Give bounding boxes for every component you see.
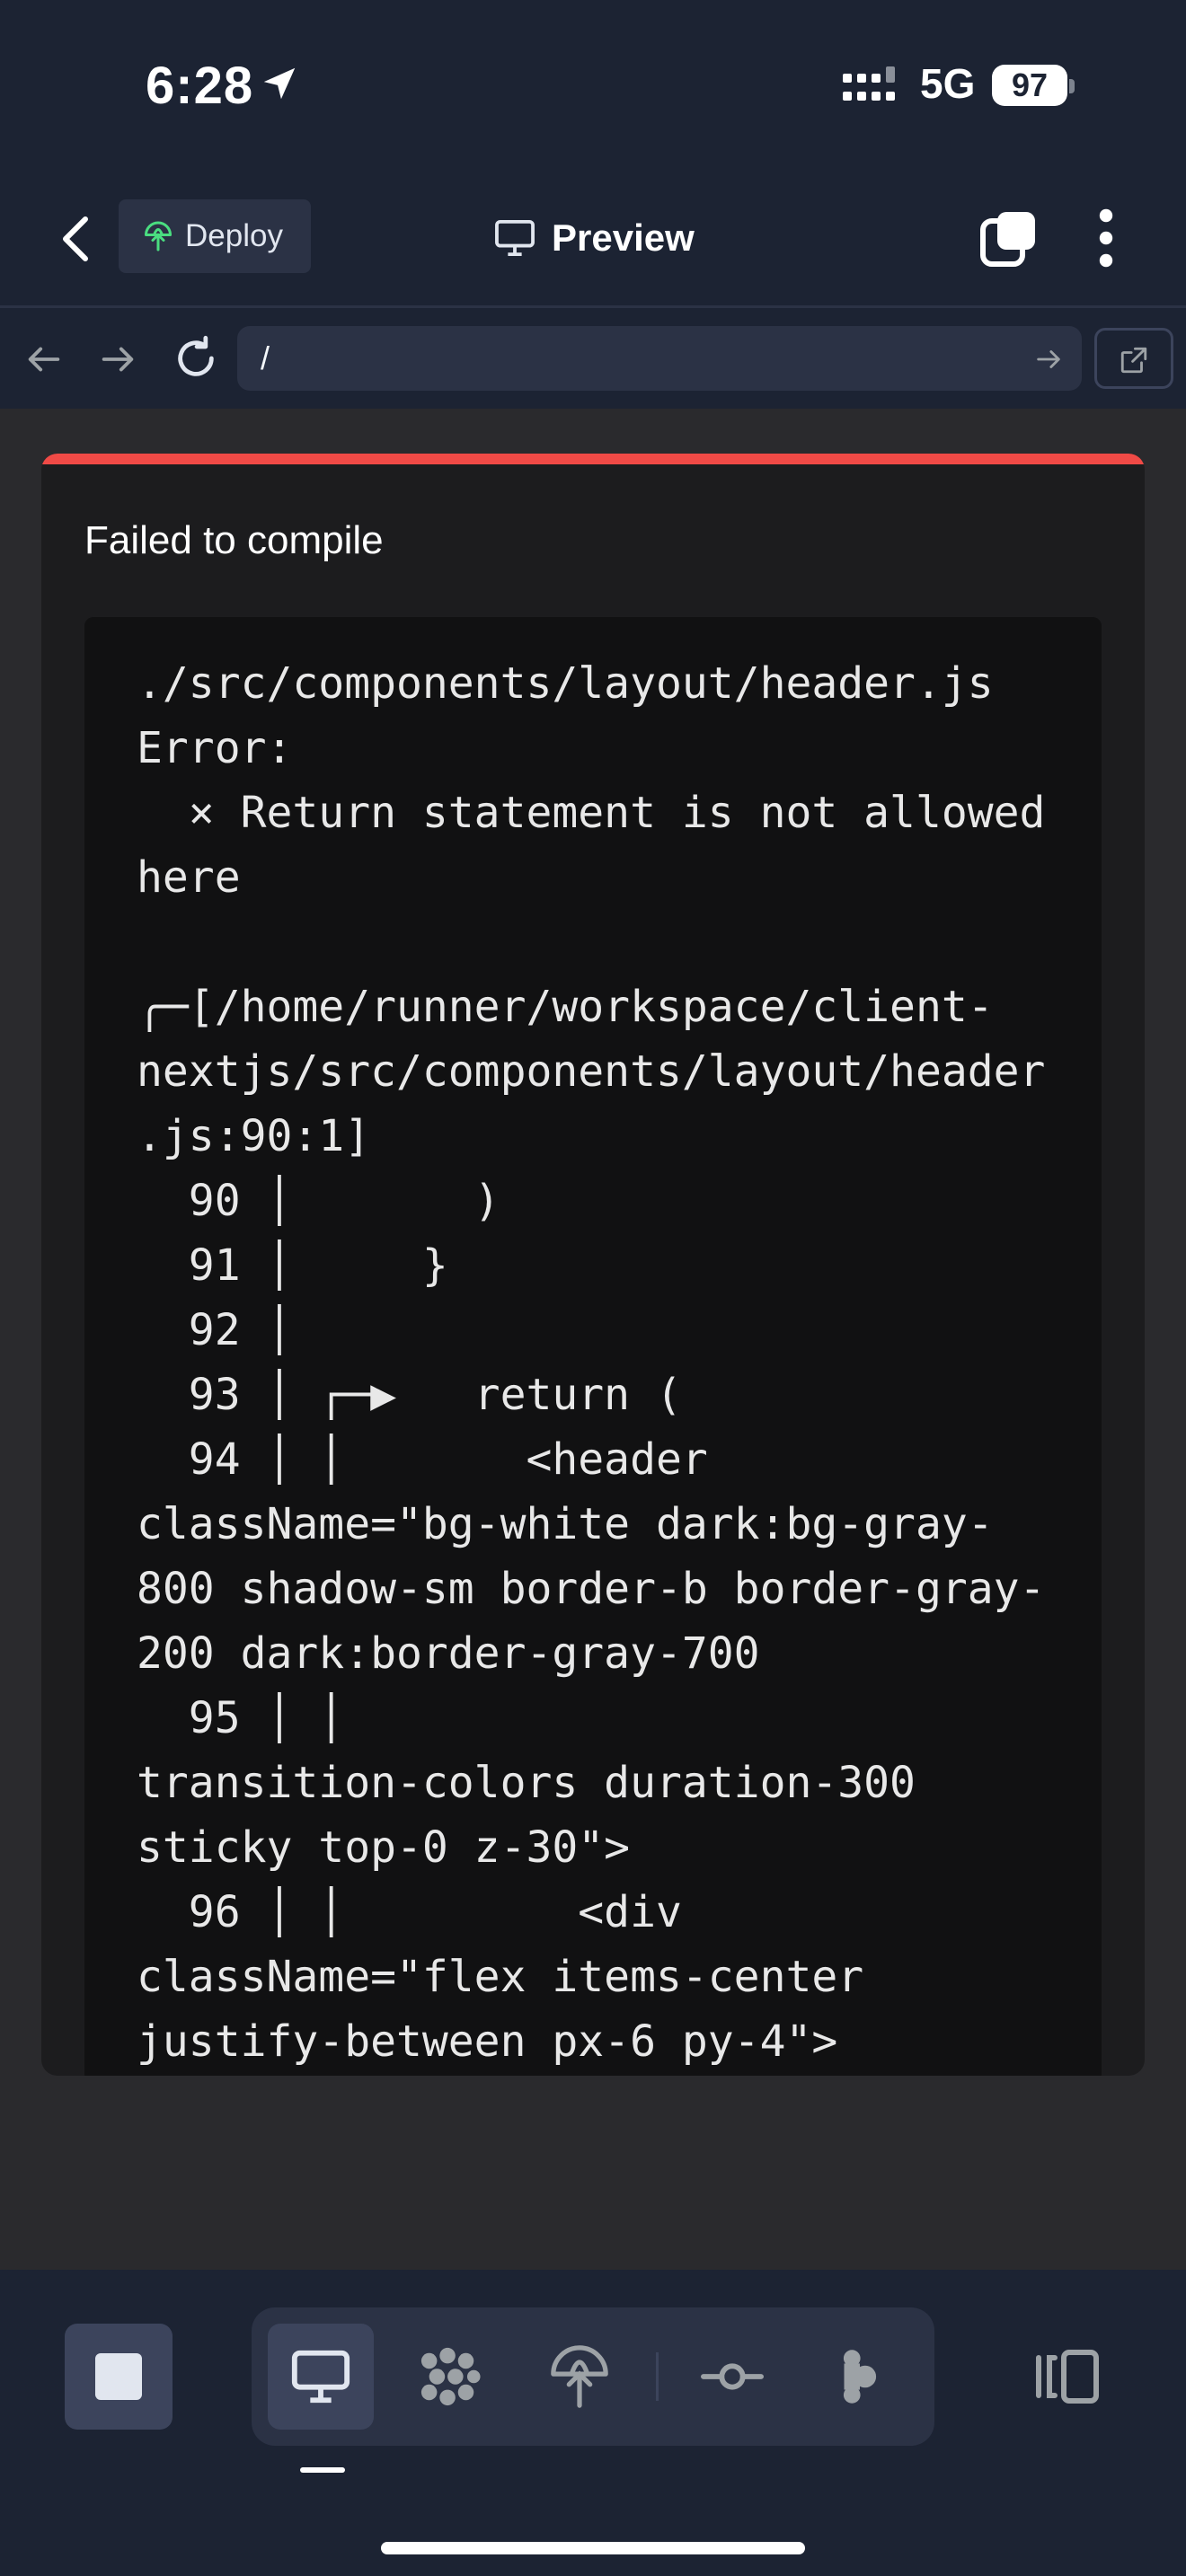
tool-deployments[interactable] (527, 2324, 633, 2430)
stop-icon (95, 2353, 142, 2400)
panel-toggle-icon[interactable] (1033, 2347, 1102, 2406)
error-title: Failed to compile (84, 518, 384, 562)
open-in-new-tab-button[interactable] (1094, 328, 1173, 389)
network-label: 5G (920, 60, 976, 107)
toolbar-divider (656, 2352, 659, 2401)
tool-group (252, 2307, 934, 2446)
tabs-icon[interactable] (979, 208, 1039, 268)
arrow-right-icon[interactable] (97, 339, 138, 380)
deploy-icon (551, 2345, 608, 2408)
workflows-icon (420, 2347, 481, 2406)
preview-title: Preview (494, 207, 695, 269)
error-message: ./src/components/layout/header.js Error:… (137, 658, 1046, 2067)
status-bar: 6:28 5G 97 (0, 0, 1186, 171)
tool-agent[interactable] (807, 2324, 913, 2430)
signal-icon (843, 66, 895, 101)
url-input[interactable] (237, 326, 1082, 391)
tool-webview[interactable] (268, 2324, 374, 2430)
reload-icon[interactable] (173, 335, 219, 382)
arrow-left-icon[interactable] (23, 339, 65, 380)
back-chevron-icon[interactable] (54, 214, 99, 264)
bottom-toolbar (0, 2270, 1186, 2576)
agent-icon (843, 2350, 877, 2404)
monitor-icon (291, 2350, 350, 2404)
monitor-icon (495, 219, 535, 257)
battery-nub (1069, 79, 1075, 93)
more-options-icon[interactable] (1094, 208, 1118, 268)
preview-label: Preview (552, 216, 695, 259)
webview: Failed to compile ./src/components/layou… (0, 409, 1186, 2270)
external-link-icon (1120, 347, 1147, 374)
compile-error-overlay: Failed to compile ./src/components/layou… (41, 454, 1145, 2076)
tool-git[interactable] (679, 2324, 785, 2430)
deploy-label: Deploy (185, 218, 283, 253)
stop-button[interactable] (65, 2324, 173, 2430)
deploy-icon (145, 221, 172, 251)
battery-indicator: 97 (992, 65, 1067, 106)
home-indicator (381, 2542, 805, 2554)
error-accent-bar (41, 454, 1145, 464)
deploy-button[interactable]: Deploy (119, 199, 311, 273)
status-time: 6:28 (146, 57, 254, 115)
active-tool-indicator (300, 2467, 345, 2473)
browser-toolbar (0, 308, 1186, 409)
git-commit-icon (701, 2363, 764, 2390)
app-header: Deploy Preview (0, 171, 1186, 308)
location-arrow-icon (263, 67, 296, 100)
url-go-arrow-icon[interactable] (1033, 344, 1064, 375)
error-code-block: ./src/components/layout/header.js Error:… (84, 617, 1102, 2076)
tool-workflows[interactable] (397, 2324, 503, 2430)
